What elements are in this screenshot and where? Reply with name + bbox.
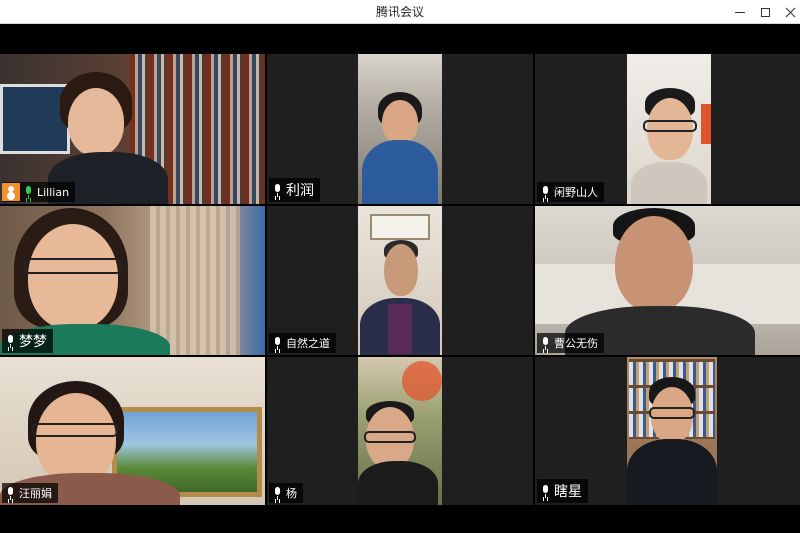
microphone-icon [273, 486, 282, 500]
participant-name: 汪丽娟 [19, 487, 52, 500]
participant-face [36, 393, 116, 485]
participant-tile[interactable]: 杨 [267, 357, 533, 505]
participant-name: 闲野山人 [554, 186, 598, 199]
participant-name-tag: 利润 [269, 178, 320, 202]
participant-name-tag: 自然之道 [269, 333, 336, 353]
participant-face [28, 224, 118, 330]
participant-tile[interactable]: 曹公无伤 [535, 206, 800, 355]
participant-name: Lillian [37, 185, 70, 199]
participant-face [615, 216, 693, 312]
participant-tile[interactable]: 梦梦 [0, 206, 265, 355]
glasses [32, 423, 118, 437]
participant-name: 曹公无伤 [554, 337, 598, 350]
microphone-icon [273, 183, 282, 197]
participant-name-tag: 曹公无伤 [537, 333, 604, 353]
window-title: 腾讯会议 [375, 5, 424, 19]
curtain [150, 206, 240, 355]
microphone-icon [6, 334, 15, 348]
participant-name: 利润 [286, 183, 314, 199]
participant-tile[interactable]: 汪丽娟 [0, 357, 265, 505]
participant-tile[interactable]: 瞎星 [535, 357, 800, 505]
glasses [649, 407, 695, 419]
participant-name-tag: 杨 [269, 483, 303, 503]
close-button[interactable] [775, 0, 800, 24]
participant-video [627, 357, 717, 505]
microphone-icon [541, 185, 550, 199]
participant-name-tag: Lillian [2, 182, 76, 202]
participant-tile[interactable]: Lillian [0, 54, 265, 204]
microphone-icon [541, 484, 550, 498]
participant-face [382, 100, 418, 144]
glasses [24, 258, 122, 274]
microphone-icon [541, 336, 550, 350]
microphone-icon [273, 336, 282, 350]
glasses [364, 431, 416, 443]
wall-painting [370, 214, 430, 240]
participant-video [627, 54, 711, 204]
video-gallery: Lillian 利润 闲野山人 梦梦 自然之道 曹公无伤 汪丽娟 杨 瞎星 [0, 24, 800, 533]
participant-name-tag: 汪丽娟 [2, 483, 58, 503]
participant-video [358, 206, 442, 355]
close-icon [785, 7, 796, 18]
participant-tile[interactable]: 自然之道 [267, 206, 533, 355]
participant-name-tag: 瞎星 [537, 479, 588, 503]
microphone-icon [24, 185, 33, 199]
participant-name: 梦梦 [19, 334, 47, 350]
title-bar: 腾讯会议 [0, 0, 800, 24]
participant-tile[interactable]: 利润 [267, 54, 533, 204]
maximize-icon [760, 7, 770, 17]
host-icon [2, 183, 20, 201]
microphone-icon [6, 486, 15, 500]
participant-video [358, 54, 442, 204]
participant-video [358, 357, 442, 505]
minimize-icon [735, 11, 745, 13]
participant-name: 瞎星 [554, 484, 582, 500]
background-screen [0, 84, 70, 154]
participant-tile[interactable]: 闲野山人 [535, 54, 800, 204]
participant-face [384, 244, 418, 296]
participant-name: 自然之道 [286, 337, 330, 350]
participant-name-tag: 闲野山人 [537, 182, 604, 202]
participant-name-tag: 梦梦 [2, 329, 53, 353]
flowers [402, 361, 442, 401]
participant-face [68, 88, 124, 156]
participant-name: 杨 [286, 487, 297, 500]
glasses [643, 120, 697, 132]
